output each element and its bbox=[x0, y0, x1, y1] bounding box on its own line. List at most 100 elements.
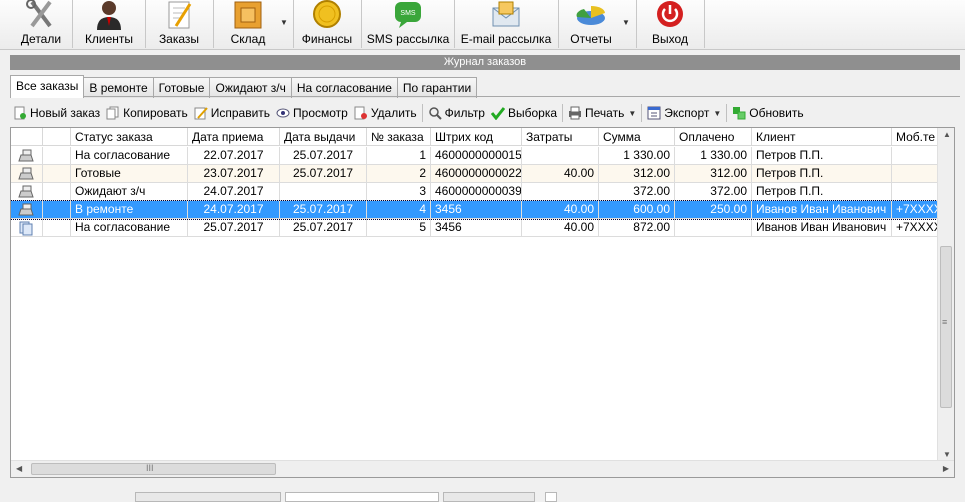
mark-cell[interactable] bbox=[43, 219, 71, 237]
column-header-status[interactable]: Статус заказа bbox=[71, 128, 188, 146]
refresh-label: Обновить bbox=[749, 106, 804, 120]
tab-approval[interactable]: На согласование bbox=[290, 77, 398, 98]
cell-received: 24.07.2017 bbox=[188, 183, 280, 201]
column-header-issued[interactable]: Дата выдачи bbox=[280, 128, 367, 146]
chevron-down-icon[interactable]: ▼ bbox=[280, 18, 288, 27]
column-header-paid[interactable]: Оплачено bbox=[675, 128, 752, 146]
cell-barcode: 4600000000022 bbox=[431, 165, 522, 183]
scroll-down-arrow[interactable]: ▼ bbox=[943, 450, 951, 459]
chevron-down-icon[interactable]: ▼ bbox=[628, 109, 636, 118]
toolbar-email-button[interactable]: E-mail рассылка bbox=[456, 0, 556, 50]
cash-register-icon bbox=[18, 167, 34, 180]
toolbar-finance-button[interactable]: Финансы bbox=[297, 0, 357, 50]
vertical-scroll-thumb[interactable]: ≡ bbox=[940, 246, 952, 408]
mark-cell[interactable] bbox=[43, 147, 71, 165]
toolbar-orders-button[interactable]: Заказы bbox=[150, 0, 208, 50]
tab-awaiting-parts[interactable]: Ожидают з/ч bbox=[209, 77, 292, 98]
toolbar-reports-button[interactable]: Отчеты bbox=[562, 0, 620, 50]
journal-title: Журнал заказов bbox=[10, 55, 960, 70]
cell-costs: 40.00 bbox=[522, 219, 599, 237]
table-row[interactable]: Ожидают з/ч 24.07.2017 3 4600000000039 372.0… bbox=[11, 183, 939, 201]
copy-button[interactable]: Копировать bbox=[103, 102, 191, 124]
toolbar-sms-button[interactable]: SMS SMS рассылка bbox=[364, 0, 452, 50]
view-label: Просмотр bbox=[293, 106, 348, 120]
cell-number: 3 bbox=[367, 183, 431, 201]
select-button[interactable]: Выборка bbox=[488, 102, 560, 124]
new-order-button[interactable]: Новый заказ bbox=[10, 102, 103, 124]
vertical-scrollbar[interactable]: ▲ ≡ ▼ bbox=[937, 128, 954, 461]
separator bbox=[421, 104, 423, 122]
tab-warranty[interactable]: По гарантии bbox=[396, 77, 478, 98]
view-button[interactable]: Просмотр bbox=[273, 102, 351, 124]
toolbar-warehouse-button[interactable]: Склад bbox=[218, 0, 278, 50]
cell-paid: 312.00 bbox=[675, 165, 752, 183]
table-row[interactable]: В ремонте 24.07.2017 25.07.2017 4 3456 40.00 6… bbox=[11, 200, 940, 220]
bottom-field[interactable] bbox=[285, 492, 439, 502]
column-header-received[interactable]: Дата приема bbox=[188, 128, 280, 146]
column-header-costs[interactable]: Затраты bbox=[522, 128, 599, 146]
svg-text:SMS: SMS bbox=[400, 10, 416, 17]
cell-received: 22.07.2017 bbox=[188, 147, 280, 165]
cell-barcode: 4600000000039 bbox=[431, 183, 522, 201]
horizontal-scrollbar[interactable]: ◀ III ▶ bbox=[11, 460, 954, 477]
separator bbox=[72, 0, 73, 48]
column-header-client[interactable]: Клиент bbox=[752, 128, 892, 146]
main-toolbar: Детали Клиенты Заказы Склад ▼ Финансы SM… bbox=[0, 0, 965, 50]
toolbar-label: Отчеты bbox=[570, 32, 612, 46]
mark-cell[interactable] bbox=[43, 165, 71, 183]
cell-sum: 600.00 bbox=[599, 201, 675, 219]
status-tabs: Все заказы В ремонте Готовые Ожидают з/ч… bbox=[10, 75, 478, 98]
toolbar-exit-button[interactable]: Выход bbox=[640, 0, 700, 50]
column-header-icon[interactable] bbox=[11, 128, 43, 146]
scroll-left-arrow[interactable]: ◀ bbox=[16, 464, 22, 473]
divider bbox=[10, 96, 960, 97]
cell-barcode: 4600000000015 bbox=[431, 147, 522, 165]
column-header-number[interactable]: № заказа bbox=[367, 128, 431, 146]
filter-button[interactable]: Фильтр bbox=[425, 102, 488, 124]
export-label: Экспорт bbox=[664, 106, 710, 120]
tab-in-repair[interactable]: В ремонте bbox=[83, 77, 154, 98]
edit-label: Исправить bbox=[210, 106, 271, 120]
table-row[interactable]: На согласование 25.07.2017 25.07.2017 5 3456… bbox=[11, 219, 939, 237]
toolbar-clients-button[interactable]: Клиенты bbox=[76, 0, 142, 50]
column-header-mobile[interactable]: Моб.те bbox=[892, 128, 939, 146]
column-header-barcode[interactable]: Штрих код bbox=[431, 128, 522, 146]
chevron-down-icon[interactable]: ▼ bbox=[713, 109, 721, 118]
refresh-button[interactable]: Обновить bbox=[729, 102, 806, 124]
table-row[interactable]: Готовые 23.07.2017 25.07.2017 2 460000000002… bbox=[11, 165, 939, 183]
cell-issued: 25.07.2017 bbox=[280, 147, 367, 165]
export-button[interactable]: Экспорт ▼ bbox=[644, 102, 724, 124]
column-header-sum[interactable]: Сумма bbox=[599, 128, 675, 146]
cell-paid: 1 330.00 bbox=[675, 147, 752, 165]
bottom-field[interactable] bbox=[443, 492, 535, 502]
delete-button[interactable]: Удалить bbox=[351, 102, 420, 124]
bottom-field[interactable] bbox=[135, 492, 281, 502]
table-row[interactable]: На согласование 22.07.2017 25.07.2017 1 4600… bbox=[11, 147, 939, 165]
bottom-checkbox[interactable] bbox=[545, 492, 557, 502]
order-icon bbox=[11, 201, 43, 219]
toolbar-label: SMS рассылка bbox=[366, 32, 450, 46]
cell-status: Ожидают з/ч bbox=[71, 183, 188, 201]
cell-received: 25.07.2017 bbox=[188, 219, 280, 237]
new-order-label: Новый заказ bbox=[30, 106, 101, 120]
scroll-up-arrow[interactable]: ▲ bbox=[943, 130, 951, 139]
print-button[interactable]: Печать ▼ bbox=[565, 102, 639, 124]
cell-mobile bbox=[892, 183, 939, 201]
horizontal-scroll-thumb[interactable]: III bbox=[31, 463, 276, 475]
cell-status: В ремонте bbox=[71, 201, 188, 219]
print-label: Печать bbox=[585, 106, 625, 120]
chevron-down-icon[interactable]: ▼ bbox=[622, 18, 630, 27]
mark-cell[interactable] bbox=[43, 201, 71, 219]
tab-all-orders[interactable]: Все заказы bbox=[10, 75, 85, 98]
order-icon bbox=[11, 147, 43, 165]
cell-number: 4 bbox=[367, 201, 431, 219]
mark-cell[interactable] bbox=[43, 183, 71, 201]
toolbar-details-button[interactable]: Детали bbox=[12, 0, 70, 50]
column-header-mark[interactable] bbox=[43, 128, 71, 146]
edit-button[interactable]: Исправить bbox=[191, 102, 273, 124]
scroll-right-arrow[interactable]: ▶ bbox=[943, 464, 949, 473]
tab-ready[interactable]: Готовые bbox=[152, 77, 211, 98]
copy-icon bbox=[106, 106, 120, 120]
cell-mobile: +7XXXX bbox=[896, 202, 939, 216]
eye-icon bbox=[276, 106, 290, 120]
